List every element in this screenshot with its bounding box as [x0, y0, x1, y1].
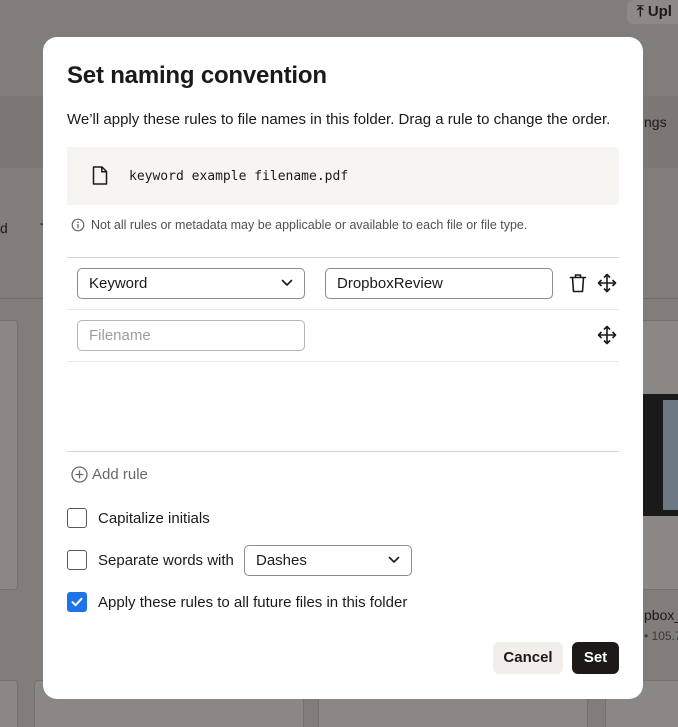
filename-input[interactable]: Filename: [77, 320, 305, 351]
file-name[interactable]: pbox_a: [644, 607, 678, 623]
apply-future-option[interactable]: Apply these rules to all future files in…: [67, 592, 407, 612]
file-card[interactable]: [0, 680, 18, 727]
naming-convention-dialog: Set naming convention We’ll apply these …: [43, 37, 643, 699]
rules-list: Keyword DropboxReview Filename: [67, 257, 619, 452]
check-icon: [71, 597, 83, 607]
background-filter-label[interactable]: d: [0, 220, 8, 236]
dialog-subtitle: We’ll apply these rules to file names in…: [67, 111, 611, 128]
applicability-notice: Not all rules or metadata may be applica…: [71, 218, 527, 232]
apply-future-checkbox[interactable]: [67, 592, 87, 612]
rule-value-input[interactable]: DropboxReview: [325, 268, 553, 299]
separator-select[interactable]: Dashes: [244, 545, 412, 576]
file-icon: [92, 166, 108, 185]
info-icon: [71, 218, 85, 232]
move-icon[interactable]: [597, 325, 617, 345]
file-card[interactable]: [0, 320, 18, 590]
move-icon[interactable]: [597, 273, 617, 293]
separator-value: Dashes: [256, 552, 307, 569]
separate-words-label: Separate words with: [98, 551, 234, 569]
set-button[interactable]: Set: [572, 642, 619, 674]
notice-text: Not all rules or metadata may be applica…: [91, 218, 528, 232]
add-rule-button[interactable]: Add rule: [71, 466, 148, 483]
file-size: • 105.7: [644, 629, 678, 643]
apply-future-label: Apply these rules to all future files in…: [98, 593, 408, 611]
upload-button[interactable]: ⤒ Upl: [627, 0, 678, 24]
rule-type-value: Keyword: [89, 275, 148, 292]
rule-row[interactable]: Keyword DropboxReview: [67, 258, 619, 310]
settings-label[interactable]: ngs: [644, 114, 667, 130]
preview-filename: keyword example filename.pdf: [129, 169, 349, 184]
capitalize-checkbox[interactable]: [67, 508, 87, 528]
cancel-button[interactable]: Cancel: [493, 642, 563, 674]
capitalize-label: Capitalize initials: [98, 509, 210, 527]
capitalize-initials-option[interactable]: Capitalize initials: [67, 508, 210, 528]
chevron-down-icon: [281, 279, 293, 286]
upload-icon: ⤒: [637, 3, 644, 20]
trash-icon[interactable]: [569, 273, 587, 293]
separate-words-option[interactable]: Separate words with: [67, 550, 234, 570]
dialog-title: Set naming convention: [67, 62, 327, 89]
plus-circle-icon: [71, 466, 88, 483]
rule-type-select[interactable]: Keyword: [77, 268, 305, 299]
rule-row[interactable]: Filename: [67, 310, 619, 362]
chevron-down-icon: [388, 556, 400, 563]
separate-words-checkbox[interactable]: [67, 550, 87, 570]
add-rule-label: Add rule: [92, 466, 148, 483]
file-thumbnail-detail: [663, 400, 678, 510]
filename-preview: keyword example filename.pdf: [67, 147, 619, 205]
